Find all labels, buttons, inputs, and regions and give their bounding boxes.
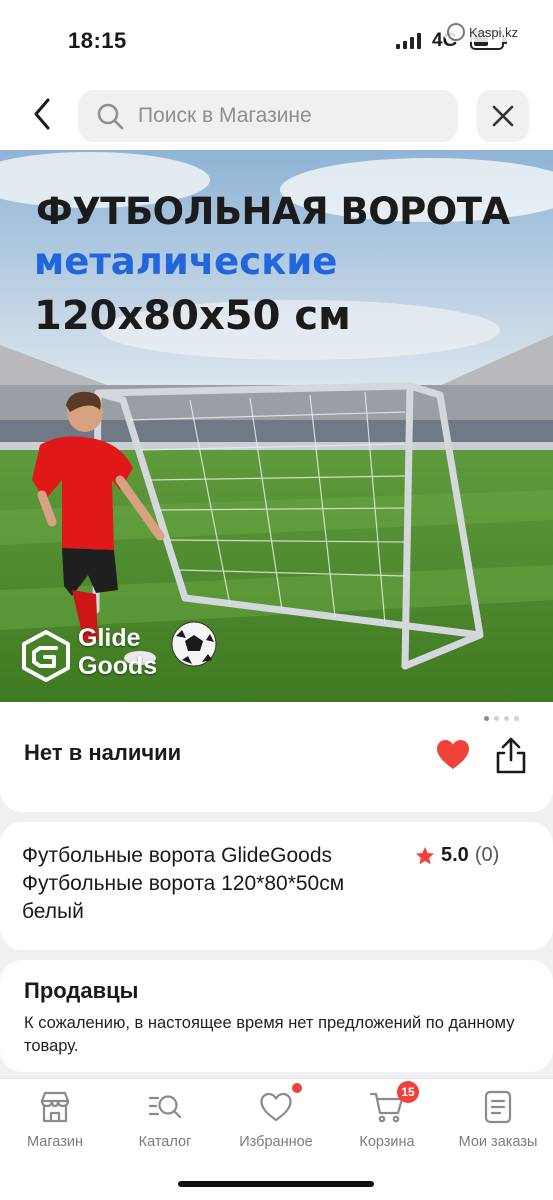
carousel-dot[interactable] — [484, 716, 489, 721]
shop-icon — [40, 1091, 70, 1123]
carousel-dot[interactable] — [514, 716, 519, 721]
search-icon — [97, 103, 124, 130]
sellers-heading: Продавцы — [24, 978, 139, 1003]
image-headline: ФУТБОЛЬНАЯ ВОРОТА — [36, 190, 510, 233]
carousel-dot[interactable] — [504, 716, 509, 721]
carousel-indicator — [484, 716, 519, 721]
availability-status: Нет в наличии — [24, 740, 182, 765]
home-indicator[interactable] — [178, 1181, 374, 1187]
brand-name: Glide Goods — [78, 624, 157, 680]
nav-shop-label: Магазин — [27, 1134, 83, 1150]
search-input[interactable] — [138, 104, 438, 128]
top-bar — [0, 80, 553, 150]
catalog-search-icon — [148, 1095, 182, 1119]
product-title: Футбольные ворота GlideGoods Футбольные … — [22, 844, 345, 923]
image-subheadline: металические — [34, 240, 338, 283]
search-bar[interactable] — [78, 90, 458, 142]
nav-cart[interactable]: 15 Корзина — [332, 1081, 442, 1150]
close-icon — [492, 105, 514, 127]
product-image-carousel[interactable]: ФУТБОЛЬНАЯ ВОРОТА металические 120x80x50… — [0, 150, 553, 702]
status-time: 18:15 — [68, 28, 127, 53]
brand-line-2: Goods — [78, 652, 158, 680]
brand-line-1: Glide — [78, 624, 141, 652]
cart-badge: 15 — [397, 1081, 419, 1103]
return-app-label: Kaspi.kz — [469, 24, 519, 40]
nav-cart-icon-wrap: 15 — [369, 1081, 419, 1125]
favorite-button[interactable] — [434, 736, 472, 774]
kaspi-logo-icon — [447, 23, 465, 41]
return-app-link[interactable]: Kaspi.kz — [443, 22, 523, 42]
nav-catalog[interactable]: Каталог — [110, 1089, 220, 1150]
nav-shop[interactable]: Магазин — [0, 1089, 110, 1150]
carousel-dot[interactable] — [494, 716, 499, 721]
back-button[interactable] — [20, 92, 64, 136]
image-dimensions: 120x80x50 см — [34, 293, 351, 339]
nav-cart-label: Корзина — [359, 1134, 415, 1150]
nav-favorites-label: Избранное — [239, 1134, 313, 1150]
nav-orders-label: Мои заказы — [458, 1134, 538, 1150]
review-count: (0) — [474, 844, 500, 866]
nav-favorites-icon-wrap — [258, 1083, 302, 1125]
close-button[interactable] — [477, 90, 529, 142]
share-button[interactable] — [492, 736, 530, 776]
nav-catalog-label: Каталог — [138, 1134, 192, 1150]
sellers-card: Продавцы К сожалению, в настоящее время … — [0, 960, 553, 1072]
heart-outline-icon — [260, 1092, 292, 1122]
chevron-left-icon — [34, 98, 50, 130]
glidegoods-logo-icon — [22, 630, 70, 682]
favorites-notification-dot — [292, 1083, 302, 1093]
heart-filled-icon — [437, 740, 469, 769]
star-icon — [416, 846, 434, 864]
rating[interactable]: 5.0 (0) — [415, 844, 499, 867]
rating-value: 5.0 — [441, 844, 469, 866]
status-bar: 18:15 4G Kaspi.kz — [0, 0, 553, 80]
nav-favorites[interactable]: Избранное — [221, 1083, 331, 1150]
availability-card: Нет в наличии — [0, 702, 553, 812]
product-info-card: Футбольные ворота GlideGoods Футбольные … — [0, 822, 553, 950]
share-icon — [496, 737, 526, 774]
orders-icon — [484, 1090, 512, 1124]
signal-icon — [396, 33, 421, 49]
nav-orders[interactable]: Мои заказы — [443, 1089, 553, 1150]
sellers-empty-message: К сожалению, в настоящее время нет предл… — [24, 1014, 515, 1055]
